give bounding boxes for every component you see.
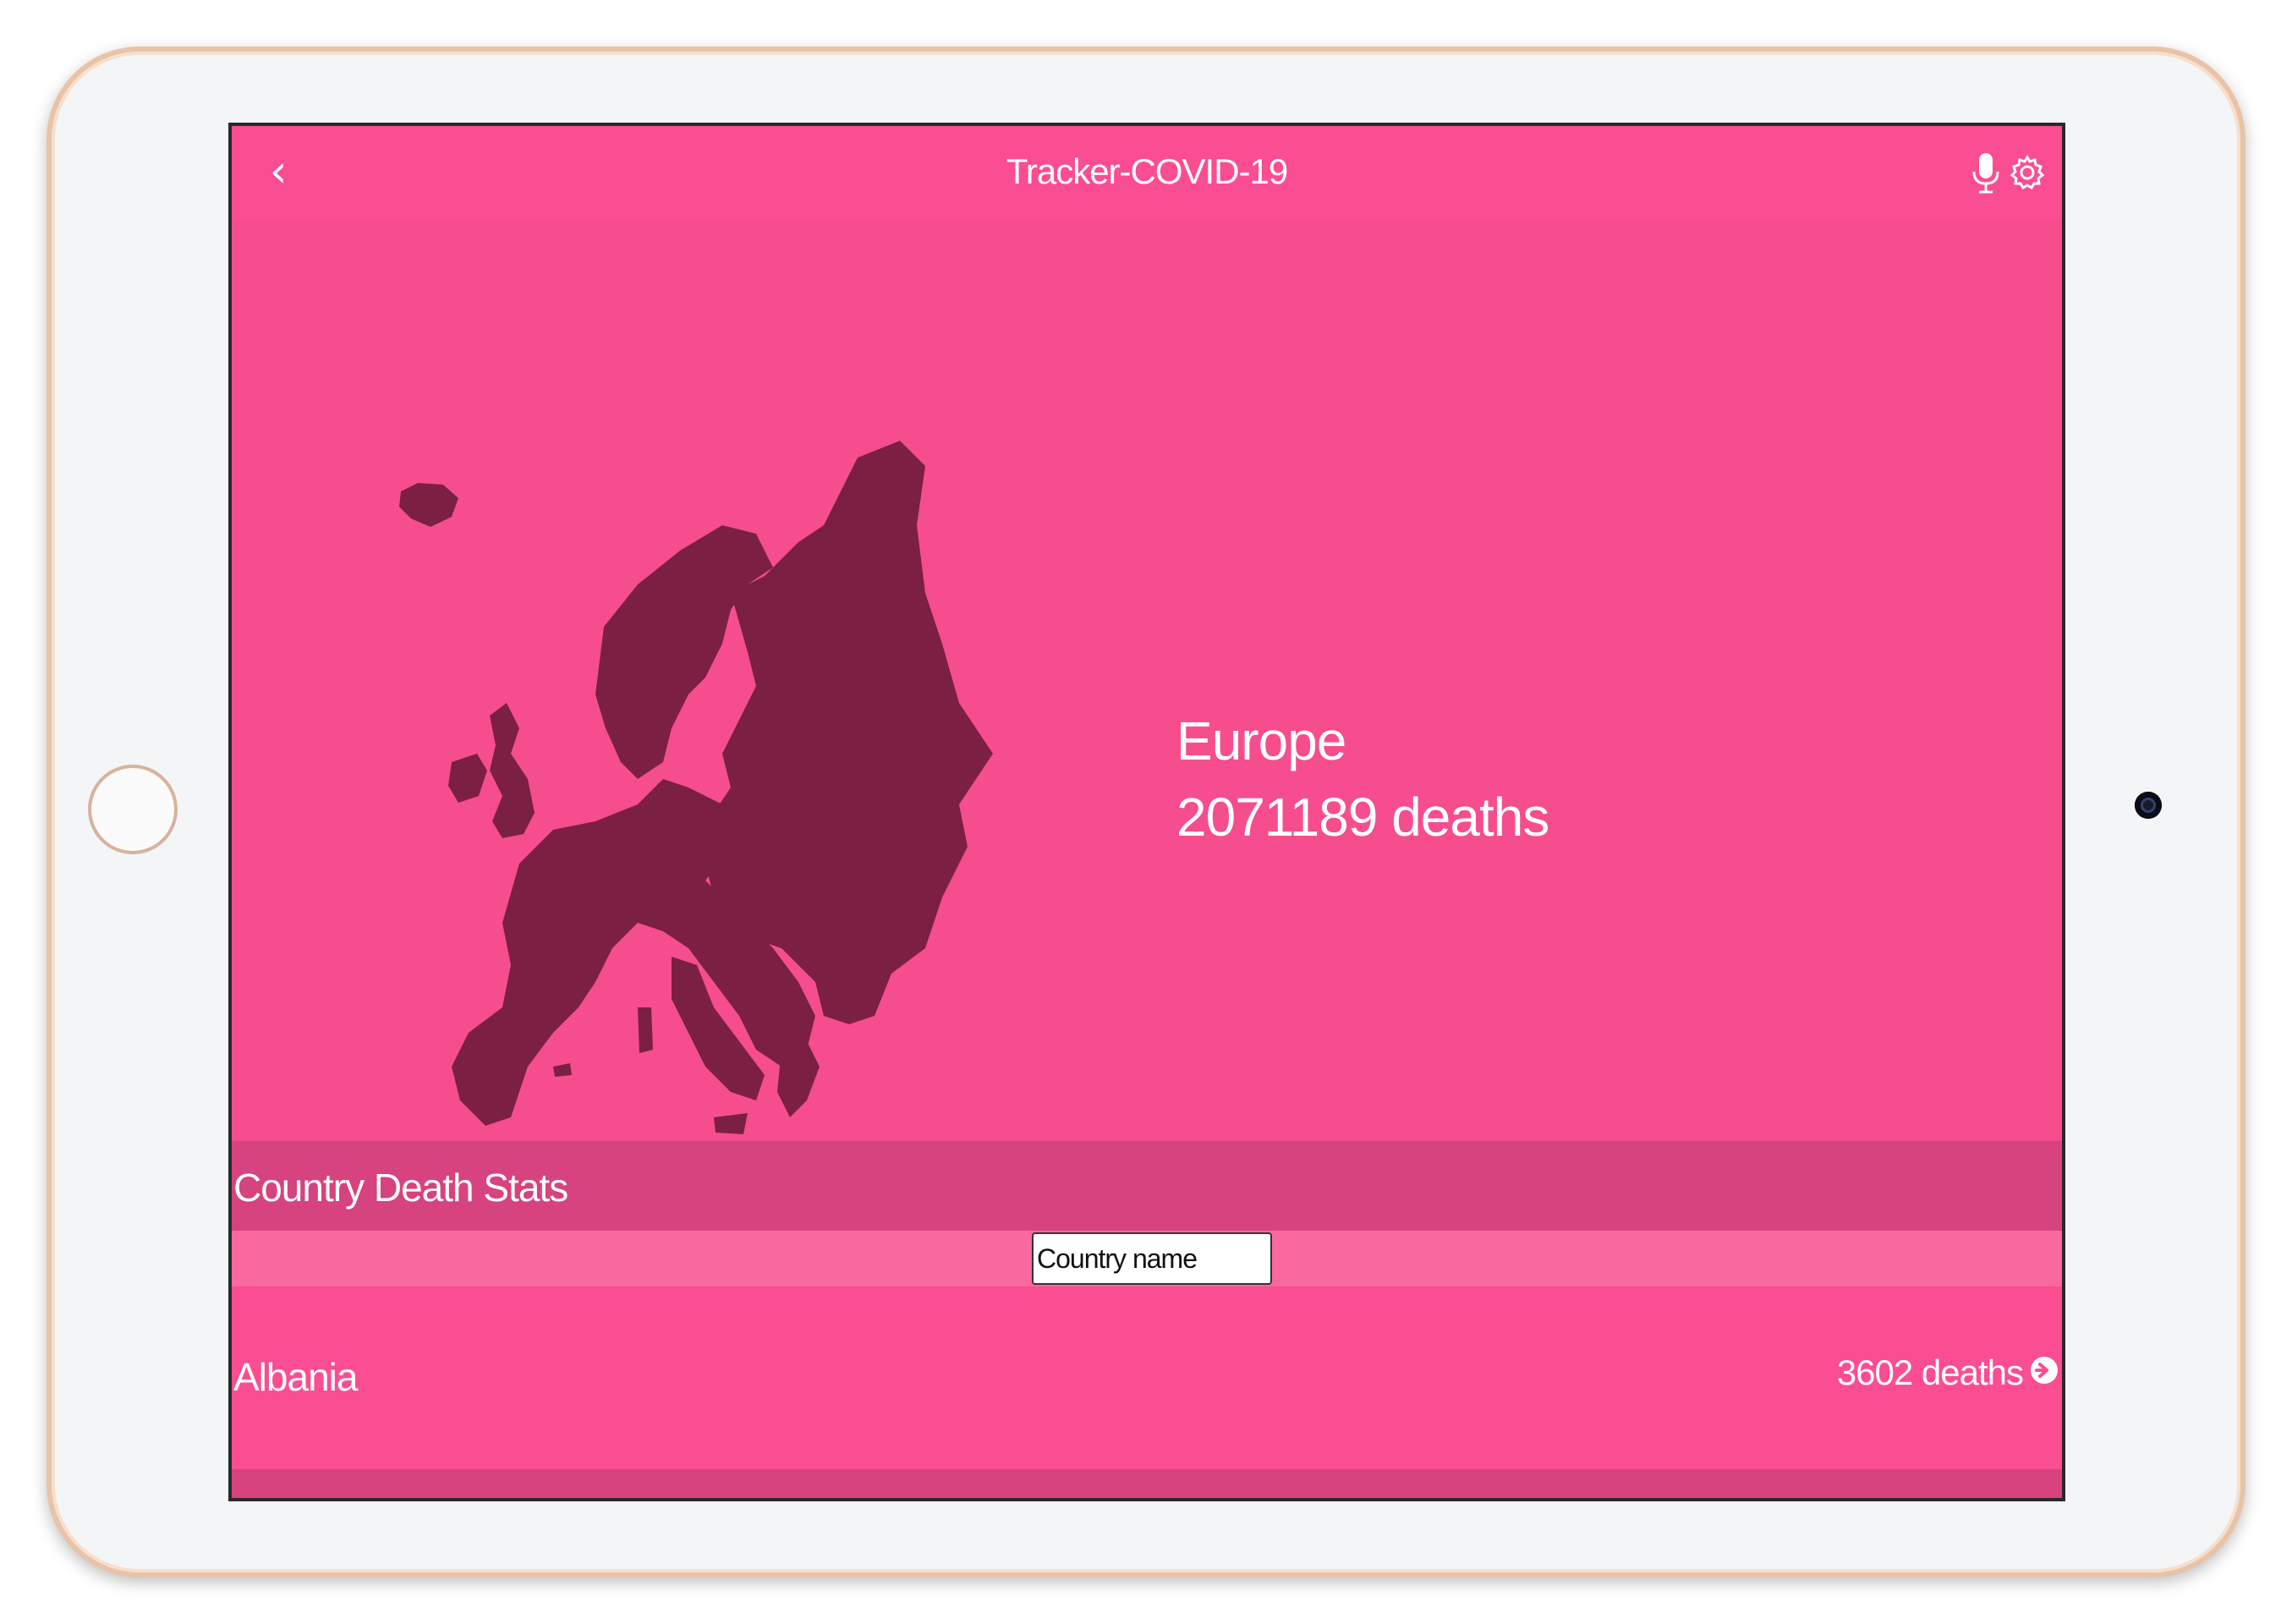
front-camera [2135, 792, 2162, 819]
region-summary: Europe 2071189 deaths [232, 221, 2062, 1161]
europe-map [399, 441, 993, 1161]
region-name: Europe [1176, 710, 1346, 771]
arrow-right-circle-icon[interactable] [2030, 1356, 2059, 1385]
country-section-header: Country Death Stats [232, 1141, 2062, 1231]
section-title: Country Death Stats [233, 1166, 568, 1210]
region-deaths: 2071189 deaths [1176, 787, 1549, 848]
list-item[interactable]: Albania 3602 deaths [232, 1287, 2062, 1469]
home-button[interactable] [88, 765, 178, 854]
country-name: Albania [233, 1355, 358, 1399]
microphone-icon[interactable] [1969, 151, 2003, 195]
app-title: Tracker-COVID-19 [1006, 151, 1289, 191]
gear-icon[interactable] [2010, 155, 2045, 190]
search-bar [232, 1231, 2062, 1287]
list-item[interactable] [232, 1469, 2062, 1498]
country-deaths: 3602 deaths [1836, 1352, 2024, 1392]
app-screen: ‹ Tracker-COVID-19 Europe 2071189 deaths… [228, 123, 2065, 1501]
country-search-input[interactable] [1032, 1232, 1272, 1285]
navigation-bar: ‹ Tracker-COVID-19 [232, 126, 2062, 221]
